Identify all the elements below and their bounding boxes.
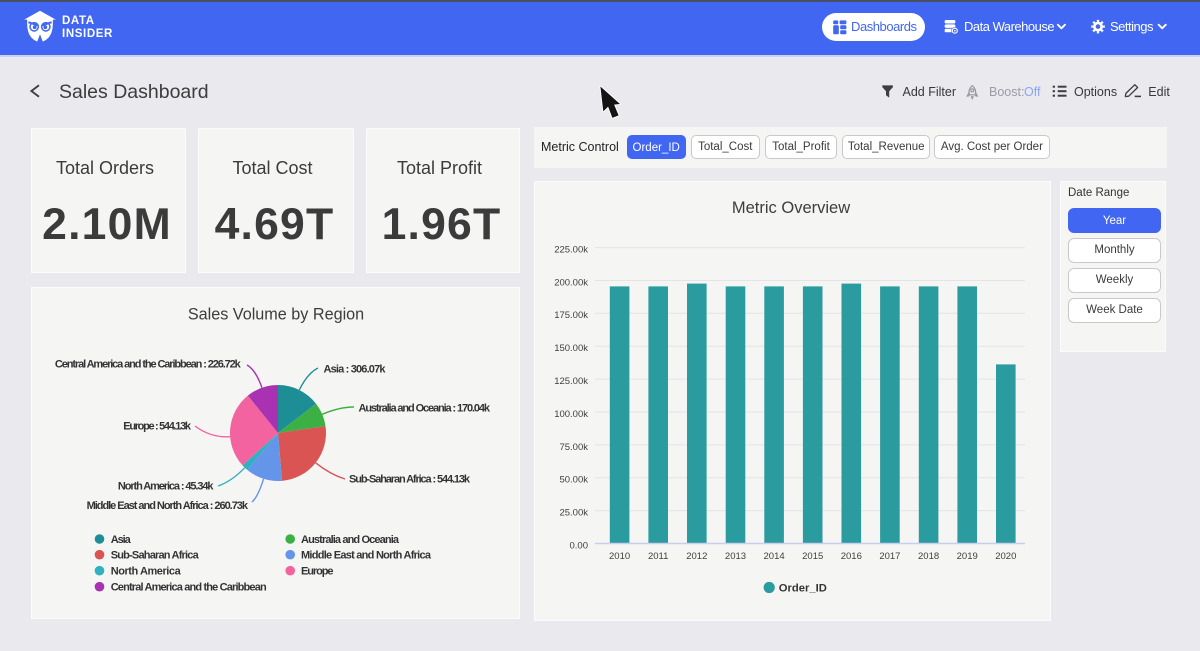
svg-text:Australia and Oceania: Australia and Oceania xyxy=(301,534,400,546)
svg-text:2013: 2013 xyxy=(725,551,746,562)
svg-text:2015: 2015 xyxy=(802,551,823,562)
svg-text:2016: 2016 xyxy=(841,551,862,562)
svg-text:North America : 45.34k: North America : 45.34k xyxy=(118,481,214,493)
svg-text:2019: 2019 xyxy=(957,551,978,562)
svg-text:2017: 2017 xyxy=(879,551,900,562)
svg-text:200.00k: 200.00k xyxy=(554,277,588,288)
svg-text:Central America and the Caribb: Central America and the Caribbean xyxy=(111,582,267,594)
svg-text:2010: 2010 xyxy=(609,551,630,562)
svg-text:50.00k: 50.00k xyxy=(559,475,588,486)
svg-text:Middle East and North Africa: Middle East and North Africa xyxy=(301,550,432,562)
svg-text:Australia and Oceania : 170.04: Australia and Oceania : 170.04k xyxy=(359,402,491,414)
svg-text:Sub-Saharan Africa: Sub-Saharan Africa xyxy=(111,550,200,562)
svg-text:175.00k: 175.00k xyxy=(554,310,588,321)
svg-text:Europe : 544.13k: Europe : 544.13k xyxy=(123,421,192,433)
svg-text:2012: 2012 xyxy=(686,551,707,562)
svg-text:Europe: Europe xyxy=(301,566,334,578)
svg-text:Order_ID: Order_ID xyxy=(779,582,827,594)
svg-text:Asia: Asia xyxy=(111,534,132,546)
svg-text:225.00k: 225.00k xyxy=(554,245,588,256)
svg-text:North America: North America xyxy=(111,566,182,578)
svg-text:150.00k: 150.00k xyxy=(554,343,588,354)
svg-text:100.00k: 100.00k xyxy=(554,409,588,420)
svg-text:75.00k: 75.00k xyxy=(559,442,588,453)
svg-text:Asia : 306.07k: Asia : 306.07k xyxy=(324,364,387,376)
svg-text:25.00k: 25.00k xyxy=(559,508,588,519)
svg-text:2020: 2020 xyxy=(995,551,1016,562)
svg-text:Metric Overview: Metric Overview xyxy=(732,199,850,217)
svg-text:2014: 2014 xyxy=(764,551,785,562)
svg-text:Central America and the Caribb: Central America and the Caribbean : 226.… xyxy=(55,359,242,371)
svg-text:0.00: 0.00 xyxy=(570,540,589,551)
svg-text:Sub-Saharan Africa : 544.13k: Sub-Saharan Africa : 544.13k xyxy=(349,474,471,486)
svg-text:2011: 2011 xyxy=(648,551,668,562)
svg-text:Middle East and North Africa :: Middle East and North Africa : 260.73k xyxy=(87,500,249,512)
svg-text:2018: 2018 xyxy=(918,551,939,562)
svg-text:Sales Volume by Region: Sales Volume by Region xyxy=(188,306,364,324)
svg-text:125.00k: 125.00k xyxy=(554,376,588,387)
